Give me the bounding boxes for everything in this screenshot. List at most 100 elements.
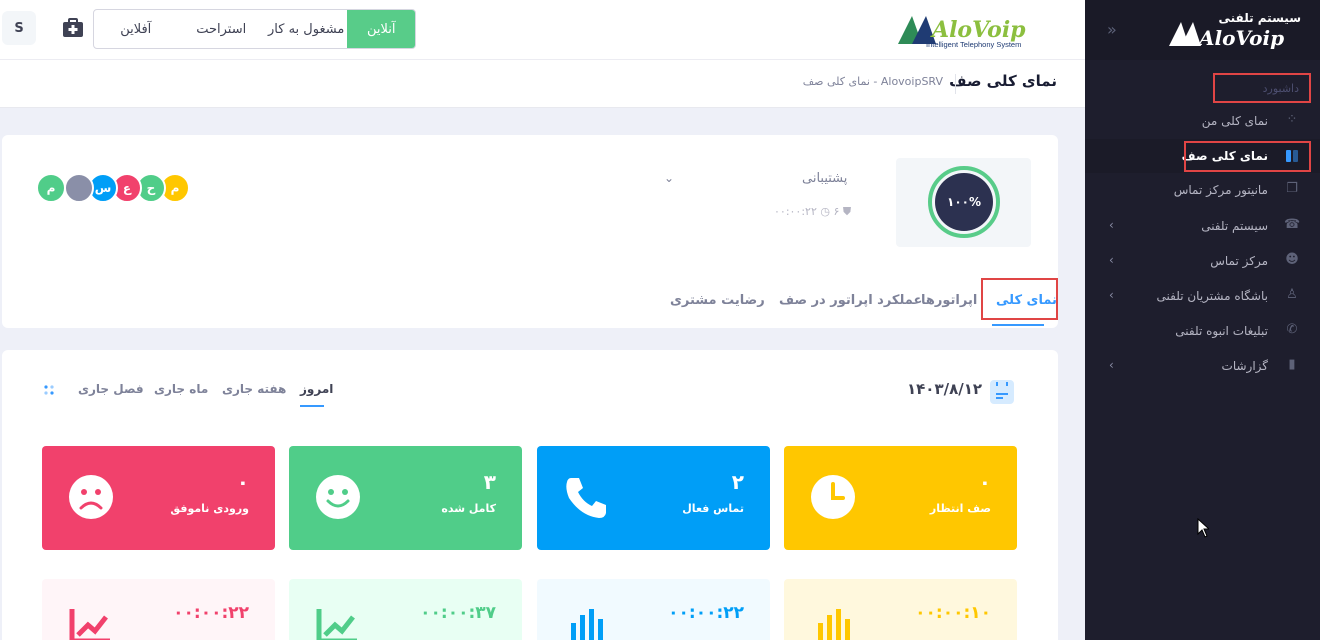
sidebar-item-label: مرکز تماس [1210, 254, 1268, 268]
progress-ring: ۱۰۰% [928, 166, 1000, 238]
queue-summary-card: ۱۰۰% پشتیبانی ⌄ ۰۰:۰۰:۲۲ ◷ ۶ ⛊ م ح ع س م… [2, 135, 1058, 328]
chevron-left-icon: ‹ [1109, 218, 1114, 232]
sidebar: » سیستم تلفنی AloVoip داشبورد نمای کلی م… [1085, 0, 1320, 640]
brand-logo[interactable]: AloVoip Intelligent Telephony System [896, 10, 1061, 50]
stat-label: ورودی ناموفق [170, 502, 249, 515]
smile-icon [316, 475, 360, 519]
phone-system-icon: ☎ [1284, 217, 1301, 232]
duration-value: ۰۰:۰۰:۳۷ [420, 603, 496, 623]
sidebar-item-my-overview[interactable]: نمای کلی من ⁘ [1085, 104, 1320, 138]
stat-label: کامل شده [441, 502, 496, 515]
chevron-down-icon[interactable]: ⌄ [664, 171, 674, 185]
status-online-button[interactable]: آنلاین [347, 10, 415, 48]
mouse-cursor-icon [1197, 518, 1209, 538]
agent-status-group: آفلاین استراحت مشغول به کار آنلاین [93, 9, 416, 49]
duration-tile[interactable]: ۰۰:۰۰:۲۲ [537, 579, 770, 640]
sidebar-header: » سیستم تلفنی AloVoip [1085, 0, 1320, 60]
status-break-button[interactable]: استراحت [177, 10, 264, 48]
stat-tile-failed-inbound[interactable]: ۰ ورودی ناموفق [42, 446, 275, 550]
sidebar-item-label: مانیتور مرکز تماس [1173, 183, 1268, 197]
sidebar-item-contact-center[interactable]: ‹ مرکز تماس ☻ [1085, 244, 1320, 278]
duration-tile[interactable]: ۰۰:۰۰:۲۲ [42, 579, 275, 640]
queue-stats-card: ۱۴۰۳/۸/۱۲ امروز هفته جاری ماه جاری فصل ج… [2, 350, 1058, 640]
tab-customer-satisfaction[interactable]: رضایت مشتری [670, 293, 765, 308]
customer-club-icon: ♙ [1286, 287, 1298, 302]
queue-name: پشتیبانی [802, 171, 848, 186]
trend-up-icon [69, 609, 110, 640]
sad-icon [69, 475, 113, 519]
highlight-box [981, 278, 1058, 320]
wait-time: ۰۰:۰۰:۲۲ [774, 205, 817, 218]
top-header: S آفلاین استراحت مشغول به کار آنلاین Alo… [0, 0, 1085, 60]
duration-tile[interactable]: ۰۰:۰۰:۱۰ [784, 579, 1017, 640]
breadcrumb-separator: - [869, 75, 878, 88]
clock-icon: ◷ [820, 205, 834, 218]
sidebar-section-dashboard: داشبورد [1213, 73, 1311, 103]
sidebar-item-customer-club[interactable]: ‹ باشگاه مشتریان تلفنی ♙ [1085, 279, 1320, 313]
status-offline-button[interactable]: آفلاین [94, 10, 177, 48]
first-aid-kit-icon[interactable] [62, 17, 84, 39]
period-this-month[interactable]: ماه جاری [154, 382, 208, 396]
phone-icon [566, 478, 606, 518]
breadcrumb-item[interactable]: نمای کلی صف [803, 75, 870, 88]
member-count: ۶ [833, 205, 840, 218]
sidebar-item-bulk-phone-ads[interactable]: تبلیغات انبوه تلفنی ✆ [1085, 314, 1320, 348]
sidebar-item-label: گزارشات [1221, 359, 1268, 373]
stat-value: ۰ [978, 470, 991, 494]
stat-tile-completed[interactable]: ۳ کامل شده [289, 446, 522, 550]
dashboard-icon: ⁘ [1286, 112, 1298, 127]
stat-value: ۰ [236, 470, 249, 494]
period-today[interactable]: امروز [300, 382, 333, 396]
tab-operators[interactable]: اپراتورها [921, 293, 977, 308]
active-period-indicator [300, 405, 324, 407]
stat-tile-waiting[interactable]: ۰ صف انتظار [784, 446, 1017, 550]
stat-tile-active-calls[interactable]: ۲ تماس فعال [537, 446, 770, 550]
subheader: نمای کلی صف AlovoipSRV - نمای کلی صف [0, 60, 1085, 108]
reports-icon: ▮ [1288, 357, 1296, 372]
highlight-box [1184, 141, 1311, 172]
tab-operator-performance[interactable]: عملکرد اپراتور در صف [779, 293, 922, 308]
operator-avatar-photo[interactable] [64, 173, 94, 203]
sidebar-logo-caption: سیستم تلفنی [1219, 11, 1301, 25]
sidebar-item-label: سیستم تلفنی [1201, 219, 1268, 233]
title-divider [955, 74, 956, 94]
sidebar-item-contact-center-monitor[interactable]: مانیتور مرکز تماس ❐ [1085, 173, 1320, 207]
today-date: ۱۴۰۳/۸/۱۲ [907, 380, 983, 398]
chevron-left-icon: ‹ [1109, 358, 1114, 372]
period-this-week[interactable]: هفته جاری [222, 382, 286, 396]
sidebar-item-label: نمای کلی من [1201, 114, 1268, 128]
contact-center-icon: ☻ [1285, 252, 1299, 267]
stat-label: صف انتظار [929, 502, 991, 515]
breadcrumb-item[interactable]: AlovoipSRV [881, 75, 943, 88]
period-this-season[interactable]: فصل جاری [78, 382, 144, 396]
page-title: نمای کلی صف [949, 72, 1057, 90]
sidebar-item-label: تبلیغات انبوه تلفنی [1175, 324, 1268, 338]
status-busy-button[interactable]: مشغول به کار [265, 10, 347, 48]
brand-tagline: Intelligent Telephony System [926, 40, 1021, 49]
grid-dots-icon[interactable] [44, 385, 54, 395]
bar-chart-icon [571, 609, 603, 640]
duration-tile[interactable]: ۰۰:۰۰:۳۷ [289, 579, 522, 640]
active-tab-indicator [992, 324, 1044, 326]
sidebar-logo[interactable]: سیستم تلفنی AloVoip [1169, 8, 1309, 52]
trend-up-icon [316, 609, 357, 640]
chevron-left-icon: ‹ [1109, 288, 1114, 302]
sidebar-item-phone-system[interactable]: ‹ سیستم تلفنی ☎ [1085, 209, 1320, 243]
phone-icon: ✆ [1286, 322, 1298, 337]
queue-stats: ۰۰:۰۰:۲۲ ◷ ۶ ⛊ [774, 205, 851, 219]
clock-icon [811, 475, 855, 519]
operator-avatar[interactable]: م [36, 173, 66, 203]
breadcrumb: AlovoipSRV - نمای کلی صف [803, 75, 943, 88]
queue-progress-tile: ۱۰۰% [896, 158, 1031, 247]
monitor-icon: ❐ [1286, 181, 1298, 196]
bar-chart-icon [818, 609, 850, 640]
duration-value: ۰۰:۰۰:۲۲ [173, 603, 249, 623]
sidebar-item-label: باشگاه مشتریان تلفنی [1156, 289, 1268, 303]
double-chevron-right-icon[interactable]: » [1107, 20, 1117, 39]
calendar-icon [990, 380, 1014, 404]
duration-value: ۰۰:۰۰:۲۲ [668, 603, 744, 623]
sidebar-item-reports[interactable]: ‹ گزارشات ▮ [1085, 349, 1320, 383]
user-icon: ⛊ [842, 205, 852, 218]
user-avatar[interactable]: S [2, 11, 36, 45]
sidebar-logo-text: AloVoip [1197, 26, 1284, 50]
